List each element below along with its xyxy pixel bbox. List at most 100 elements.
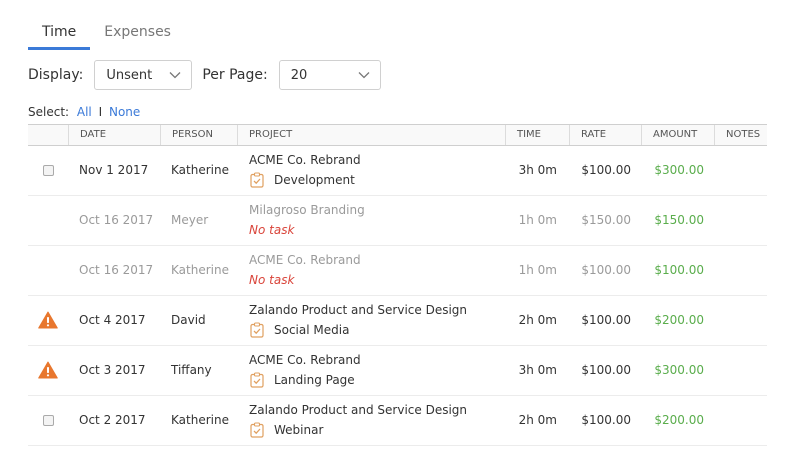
row-amount: $300.00 [654, 163, 704, 177]
project-name: Zalando Product and Service Design [249, 403, 468, 417]
row-project: ACME Co. Rebrand No task [237, 245, 505, 295]
project-name: ACME Co. Rebrand [249, 253, 361, 267]
header-time[interactable]: TIME [505, 125, 569, 145]
table-row[interactable]: Oct 2 2017 Katherine Zalando Product and S… [28, 395, 767, 446]
row-project: Milagroso Branding No task [237, 195, 505, 245]
chevron-down-icon [169, 72, 181, 79]
header-date[interactable]: DATE [68, 125, 160, 145]
task-line: Webinar [249, 422, 323, 438]
row-date: Oct 2 2017 [79, 413, 146, 427]
tab-expenses[interactable]: Expenses [90, 18, 185, 50]
per-page-select-value: 20 [290, 67, 308, 83]
table-header: DATE PERSON PROJECT TIME RATE AMOUNT NOT… [28, 124, 767, 146]
header-person[interactable]: PERSON [160, 125, 237, 145]
table-row[interactable]: Nov 1 2017 Katherine ACME Co. Rebrand Devel… [28, 145, 767, 196]
row-checkbox[interactable] [42, 164, 54, 176]
task-line: Landing Page [249, 372, 355, 388]
row-warning-cell [28, 295, 68, 345]
chevron-down-icon [358, 72, 370, 79]
row-date: Oct 16 2017 [79, 213, 154, 227]
row-person: Katherine [171, 163, 229, 177]
clipboard-check-icon [249, 422, 265, 438]
row-checkbox[interactable] [42, 414, 54, 426]
select-none-link[interactable]: None [109, 105, 140, 119]
header-notes[interactable]: NOTES [714, 125, 767, 145]
row-time: 1h 0m [518, 263, 557, 277]
header-amount[interactable]: AMOUNT [641, 125, 714, 145]
row-notes[interactable] [714, 395, 767, 445]
row-notes[interactable] [714, 195, 767, 245]
row-time: 2h 0m [518, 413, 557, 427]
row-notes[interactable] [714, 345, 767, 395]
clipboard-check-icon [249, 322, 265, 338]
project-name: ACME Co. Rebrand [249, 353, 361, 367]
row-project: ACME Co. Rebrand Development [237, 145, 505, 195]
row-time: 3h 0m [518, 163, 557, 177]
row-amount: $100.00 [654, 263, 704, 277]
warning-icon[interactable] [38, 311, 58, 329]
row-person: Katherine [171, 413, 229, 427]
row-amount: $200.00 [654, 313, 704, 327]
header-rate[interactable]: RATE [569, 125, 641, 145]
row-date: Oct 3 2017 [79, 363, 146, 377]
display-select[interactable]: Unsent [94, 60, 193, 90]
table-row[interactable]: Oct 16 2017 Meyer Milagroso Branding No tas… [28, 195, 767, 246]
clipboard-check-icon [249, 172, 265, 188]
table-row[interactable]: Oct 3 2017 Tiffany ACME Co. Rebrand Landing… [28, 345, 767, 396]
row-person: Tiffany [171, 363, 212, 377]
time-entries-table: DATE PERSON PROJECT TIME RATE AMOUNT NOT… [28, 124, 767, 446]
task-name: Development [274, 173, 355, 187]
row-rate: $100.00 [581, 263, 631, 277]
no-task-label: No task [249, 223, 295, 237]
project-name: Milagroso Branding [249, 203, 365, 217]
row-rate: $100.00 [581, 413, 631, 427]
row-date: Nov 1 2017 [79, 163, 149, 177]
row-select-cell [28, 195, 68, 245]
row-person: Meyer [171, 213, 209, 227]
display-select-value: Unsent [106, 67, 153, 83]
project-name: ACME Co. Rebrand [249, 153, 361, 167]
filters-bar: Display: Unsent Per Page: 20 [28, 59, 381, 91]
row-time: 3h 0m [518, 363, 557, 377]
task-line: Social Media [249, 322, 349, 338]
row-select-cell [28, 145, 68, 195]
task-name: Social Media [274, 323, 350, 337]
tab-time[interactable]: Time [28, 18, 91, 50]
table-row[interactable]: Oct 16 2017 Katherine ACME Co. Rebrand No t… [28, 245, 767, 296]
display-label: Display: [28, 67, 84, 83]
row-project: Zalando Product and Service Design Social… [237, 295, 505, 345]
row-warning-cell [28, 345, 68, 395]
no-task-label: No task [249, 273, 295, 287]
select-separator: I [98, 105, 103, 119]
row-time: 2h 0m [518, 313, 557, 327]
row-project: ACME Co. Rebrand Landing Page [237, 345, 505, 395]
warning-icon[interactable] [38, 361, 58, 379]
row-date: Oct 4 2017 [79, 313, 146, 327]
select-all-link[interactable]: All [77, 105, 92, 119]
row-rate: $100.00 [581, 313, 631, 327]
row-notes[interactable] [714, 145, 767, 195]
row-amount: $150.00 [654, 213, 704, 227]
select-controls: Select: All I None [28, 105, 140, 119]
project-name: Zalando Product and Service Design [249, 303, 468, 317]
row-rate: $100.00 [581, 363, 631, 377]
row-select-cell [28, 395, 68, 445]
row-date: Oct 16 2017 [79, 263, 154, 277]
select-label: Select: [28, 105, 70, 119]
row-select-cell [28, 245, 68, 295]
row-rate: $150.00 [581, 213, 631, 227]
tab-bar: Time Expenses [28, 18, 185, 50]
table-row[interactable]: Oct 4 2017 David Zalando Product and Servi… [28, 295, 767, 346]
row-notes[interactable] [714, 245, 767, 295]
row-notes[interactable] [714, 295, 767, 345]
row-rate: $100.00 [581, 163, 631, 177]
task-line: Development [249, 172, 355, 188]
header-project[interactable]: PROJECT [237, 125, 505, 145]
row-amount: $200.00 [654, 413, 704, 427]
row-time: 1h 0m [518, 213, 557, 227]
per-page-select[interactable]: 20 [278, 60, 381, 90]
task-name: Webinar [274, 423, 324, 437]
row-project: Zalando Product and Service Design Webina… [237, 395, 505, 445]
row-person: David [171, 313, 206, 327]
clipboard-check-icon [249, 372, 265, 388]
